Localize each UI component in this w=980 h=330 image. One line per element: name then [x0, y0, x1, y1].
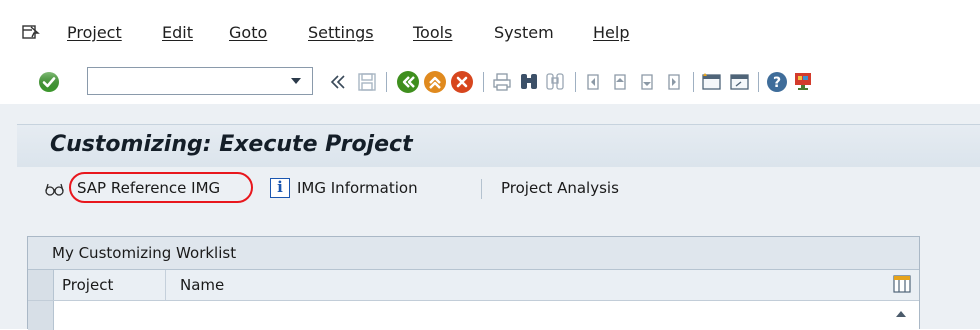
- toolbar-separator: [386, 72, 387, 92]
- menu-edit[interactable]: Edit: [162, 23, 193, 43]
- svg-text:?: ?: [773, 75, 781, 91]
- toolbar-separator: [575, 72, 576, 92]
- help-icon[interactable]: ?: [766, 71, 788, 93]
- customize-layout-icon[interactable]: [793, 71, 815, 93]
- column-header-project[interactable]: Project: [62, 276, 113, 294]
- glasses-icon: [45, 183, 64, 196]
- toolbar-separator: [693, 72, 694, 92]
- info-icon: i: [270, 178, 290, 198]
- toolbar-separator: [483, 72, 484, 92]
- print-icon[interactable]: [492, 72, 512, 92]
- last-page-icon[interactable]: [664, 72, 684, 92]
- exit-icon[interactable]: [423, 70, 447, 94]
- menu-project[interactable]: Project: [67, 23, 122, 43]
- screen-area: Customizing: Execute Project SAP Referen…: [0, 104, 980, 330]
- table-header: Project Name: [28, 270, 919, 301]
- row-selector[interactable]: [28, 301, 54, 330]
- back-icon[interactable]: [396, 70, 420, 94]
- previous-page-icon[interactable]: [610, 72, 630, 92]
- menu-help[interactable]: Help: [593, 23, 629, 43]
- menu-settings[interactable]: Settings: [308, 23, 374, 43]
- enter-icon[interactable]: [38, 71, 60, 93]
- shortcut-icon[interactable]: [729, 72, 751, 92]
- system-menu-icon[interactable]: [22, 24, 40, 40]
- project-analysis-button[interactable]: Project Analysis: [501, 178, 619, 198]
- standard-toolbar: ?: [0, 64, 980, 104]
- menu-system[interactable]: System: [494, 23, 554, 43]
- page-title: Customizing: Execute Project: [50, 132, 413, 157]
- find-icon[interactable]: [519, 71, 539, 93]
- find-next-icon[interactable]: [545, 71, 565, 93]
- toolbar-separator: [758, 72, 759, 92]
- first-page-icon[interactable]: [583, 72, 603, 92]
- table-title-bar: My Customizing Worklist: [28, 237, 919, 270]
- table-title: My Customizing Worklist: [52, 244, 237, 262]
- next-page-icon[interactable]: [637, 72, 657, 92]
- customizing-worklist-table: My Customizing Worklist Project Name: [27, 236, 920, 330]
- cancel-icon[interactable]: [450, 70, 474, 94]
- collapse-icon[interactable]: [330, 75, 346, 89]
- command-field[interactable]: [87, 67, 313, 95]
- application-toolbar: SAP Reference IMG i IMG Information Proj…: [17, 167, 980, 210]
- menu-bar: Project Edit Goto Settings Tools System …: [0, 0, 980, 64]
- table-settings-icon[interactable]: [893, 275, 911, 293]
- column-separator: [165, 270, 166, 300]
- create-session-icon[interactable]: [701, 72, 723, 92]
- select-all-column[interactable]: [28, 270, 54, 300]
- title-bar: Customizing: Execute Project: [17, 124, 980, 168]
- img-information-button[interactable]: IMG Information: [297, 178, 418, 198]
- menu-tools[interactable]: Tools: [413, 23, 452, 43]
- command-dropdown-icon[interactable]: [290, 77, 302, 85]
- toolbar-separator: [481, 179, 482, 199]
- save-icon[interactable]: [357, 72, 377, 92]
- table-row[interactable]: [28, 301, 919, 330]
- column-header-name[interactable]: Name: [180, 276, 224, 294]
- menu-goto[interactable]: Goto: [229, 23, 267, 43]
- sap-reference-img-button[interactable]: SAP Reference IMG: [77, 178, 220, 198]
- scroll-up-icon[interactable]: [896, 311, 906, 317]
